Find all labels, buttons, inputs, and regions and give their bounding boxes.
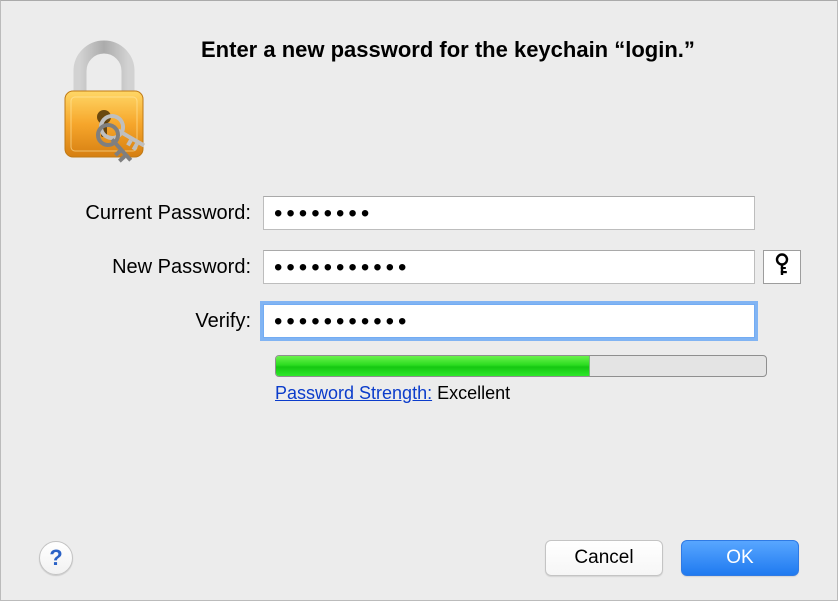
keychain-password-dialog: Enter a new password for the keychain “l… (1, 1, 837, 600)
current-password-label: Current Password: (39, 202, 263, 225)
new-password-row: New Password: ••••••••••• (39, 247, 799, 287)
password-assistant-button[interactable] (763, 250, 801, 284)
help-button[interactable]: ? (39, 541, 73, 575)
current-password-input[interactable]: •••••••• (263, 196, 755, 230)
new-password-label: New Password: (39, 256, 263, 279)
current-password-row: Current Password: •••••••• (39, 193, 799, 233)
lock-icon (39, 31, 169, 171)
password-form: Current Password: •••••••• New Password:… (39, 193, 799, 404)
dialog-header: Enter a new password for the keychain “l… (39, 31, 799, 171)
new-password-input[interactable]: ••••••••••• (263, 250, 755, 284)
password-strength-section: Password Strength: Excellent (275, 355, 767, 404)
ok-button[interactable]: OK (681, 540, 799, 576)
password-strength-fill (276, 356, 590, 376)
password-strength-value: Excellent (437, 383, 510, 403)
verify-password-row: Verify: ••••••••••• (39, 301, 799, 341)
key-icon (772, 253, 792, 282)
password-strength-bar (275, 355, 767, 377)
cancel-button[interactable]: Cancel (545, 540, 663, 576)
dialog-footer: ? Cancel OK (39, 520, 799, 576)
verify-password-label: Verify: (39, 310, 263, 333)
verify-password-input[interactable]: ••••••••••• (263, 304, 755, 338)
password-strength-link[interactable]: Password Strength: (275, 383, 432, 403)
dialog-title: Enter a new password for the keychain “l… (201, 37, 695, 63)
